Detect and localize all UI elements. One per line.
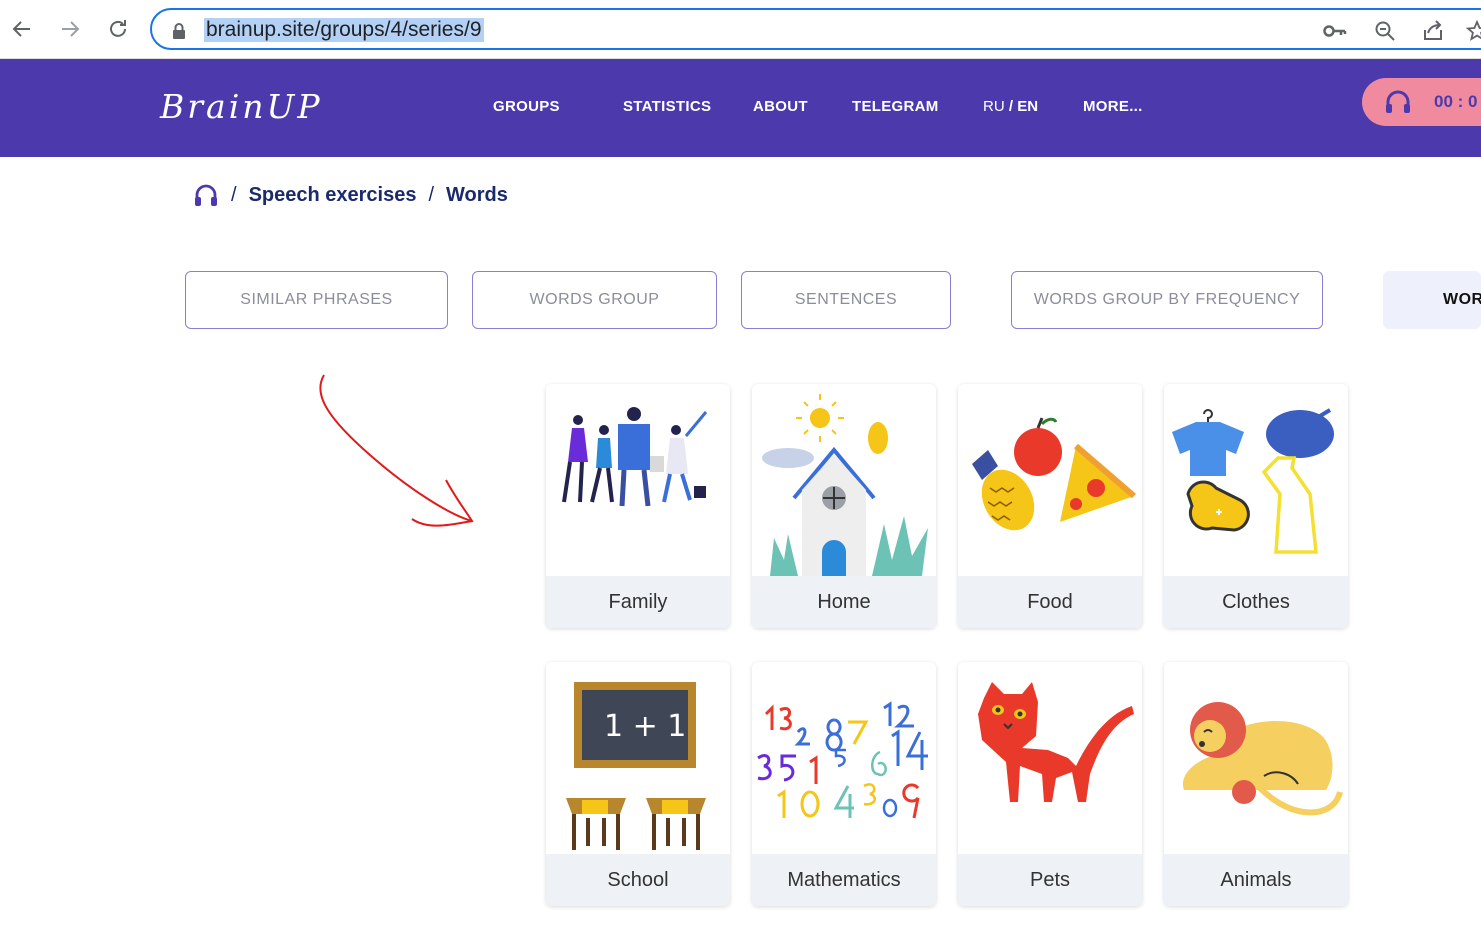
lang-en[interactable]: EN — [1017, 98, 1038, 115]
card-school[interactable]: 1 + 1 School — [546, 662, 730, 906]
zoom-icon[interactable] — [1372, 19, 1398, 43]
timer-value: 00 : 0 — [1434, 92, 1478, 111]
breadcrumb-speech-exercises[interactable]: Speech exercises — [249, 184, 417, 207]
headphones-icon — [1386, 90, 1410, 113]
tab-words[interactable]: WOR — [1383, 271, 1481, 329]
clothes-illustration-icon — [1172, 408, 1334, 554]
card-mathematics[interactable]: Mathematics — [752, 662, 936, 906]
animals-lion-illustration-icon — [1182, 702, 1343, 816]
site-header: BrainUP GROUPS STATISTICS ABOUT TELEGRAM… — [0, 59, 1481, 157]
timer-button[interactable]: 00 : 0 — [1362, 78, 1481, 126]
reload-button[interactable] — [103, 14, 133, 44]
pets-cat-illustration-icon — [978, 682, 1134, 802]
card-label: Pets — [958, 854, 1142, 906]
nav-statistics[interactable]: STATISTICS — [623, 98, 711, 115]
key-icon[interactable] — [1322, 19, 1348, 43]
url-text[interactable]: brainup.site/groups/4/series/9 — [204, 18, 484, 42]
card-family[interactable]: Family — [546, 384, 730, 628]
card-label: School — [546, 854, 730, 906]
card-food[interactable]: Food — [958, 384, 1142, 628]
nav-more[interactable]: MORE... — [1083, 98, 1143, 115]
forward-arrow-icon — [62, 21, 80, 37]
food-illustration-icon — [972, 417, 1136, 531]
lock-icon[interactable] — [166, 19, 192, 43]
tab-similar-phrases[interactable]: SIMILAR PHRASES — [185, 271, 448, 329]
school-illustration-icon: 1 + 1 — [566, 682, 706, 850]
breadcrumb-separator: / — [428, 183, 435, 206]
nav-groups[interactable]: GROUPS — [493, 98, 560, 115]
nav-about[interactable]: ABOUT — [753, 98, 808, 115]
browser-toolbar: brainup.site/groups/4/series/9 — [0, 0, 1481, 59]
red-arrow-annotation — [319, 374, 474, 527]
tab-words-group-by-frequency[interactable]: WORDS GROUP BY FREQUENCY — [1011, 271, 1323, 329]
brainup-logo[interactable]: BrainUP — [160, 87, 323, 126]
card-label: Family — [546, 576, 730, 628]
card-animals[interactable]: Animals — [1164, 662, 1348, 906]
svg-text:1 + 1: 1 + 1 — [604, 709, 686, 744]
card-home[interactable]: Home — [752, 384, 936, 628]
lang-ru[interactable]: RU — [983, 98, 1005, 115]
mathematics-numbers-illustration-icon — [757, 701, 928, 819]
back-button[interactable] — [7, 14, 37, 44]
card-clothes[interactable]: Clothes — [1164, 384, 1348, 628]
breadcrumb: / Speech exercises / Words — [193, 183, 508, 207]
nav-telegram[interactable]: TELEGRAM — [852, 98, 939, 115]
tab-words-group[interactable]: WORDS GROUP — [472, 271, 717, 329]
card-label: Animals — [1164, 854, 1348, 906]
card-label: Food — [958, 576, 1142, 628]
card-pets[interactable]: Pets — [958, 662, 1142, 906]
home-illustration-icon — [762, 394, 928, 576]
forward-button[interactable] — [55, 14, 85, 44]
card-label: Mathematics — [752, 854, 936, 906]
family-illustration-icon — [562, 407, 708, 507]
card-label: Clothes — [1164, 576, 1348, 628]
reload-icon — [110, 20, 126, 37]
lang-separator: / — [1008, 98, 1014, 115]
headphones-home-icon[interactable] — [193, 183, 219, 207]
breadcrumb-separator: / — [231, 183, 237, 206]
tab-sentences[interactable]: SENTENCES — [741, 271, 951, 329]
card-label: Home — [752, 576, 936, 628]
address-bar[interactable]: brainup.site/groups/4/series/9 — [150, 8, 1481, 50]
share-icon[interactable] — [1420, 19, 1446, 43]
back-arrow-icon — [12, 21, 30, 37]
bookmark-star-icon[interactable] — [1464, 19, 1481, 43]
breadcrumb-words[interactable]: Words — [446, 184, 508, 207]
language-switcher: RU / EN — [983, 98, 1038, 115]
